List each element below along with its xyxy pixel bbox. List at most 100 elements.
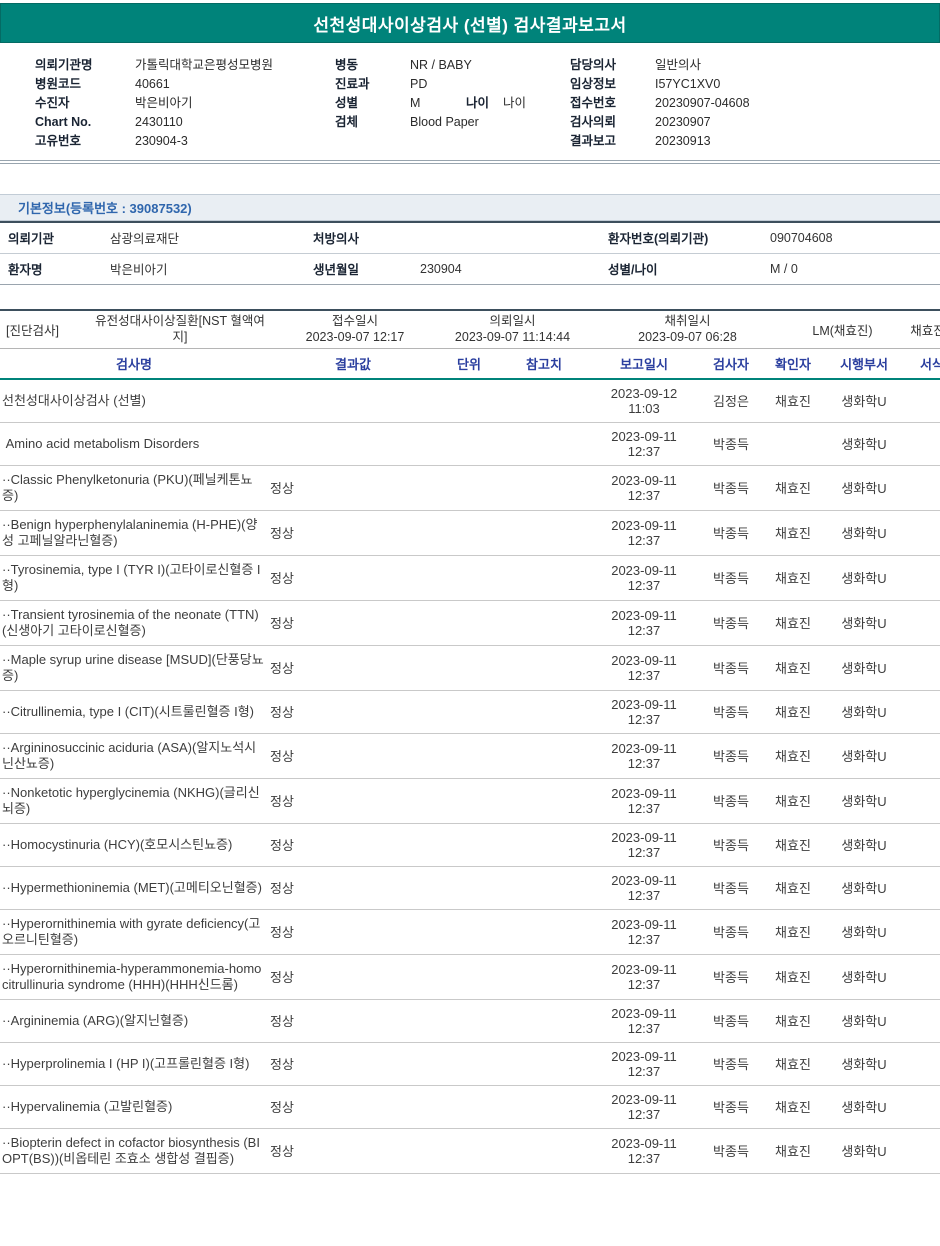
tester: 박종득 — [700, 909, 762, 955]
tester: 박종득 — [700, 690, 762, 734]
report-datetime: 2023-09-11 12:37 — [588, 1085, 700, 1129]
result-value: 정상 — [268, 600, 438, 646]
report-time: 12:37 — [627, 976, 661, 992]
confirmer: 채효진 — [762, 733, 824, 779]
form — [904, 866, 940, 910]
field-value: 20230913 — [655, 134, 711, 148]
unit — [438, 823, 500, 867]
patient-header-middle: 병동 NR / BABY 진료과 PD 성별 M 나이 나이 검체 Blood … — [335, 56, 570, 151]
result-value: 정상 — [268, 465, 438, 511]
unit — [438, 999, 500, 1043]
form — [904, 378, 940, 423]
department: 생화학U — [824, 733, 904, 779]
field-value: 박은비아기 — [110, 263, 168, 277]
col-header-result: 결과값 — [268, 348, 438, 380]
report-datetime: 2023-09-11 12:37 — [588, 690, 700, 734]
report-time: 12:37 — [627, 622, 661, 638]
reference-range — [500, 422, 588, 466]
field-value: PD — [410, 77, 428, 91]
report-time: 12:37 — [627, 711, 661, 727]
confirmer: 채효진 — [762, 1128, 824, 1174]
form — [904, 600, 940, 646]
result-value: 정상 — [268, 645, 438, 691]
department: 생화학U — [824, 465, 904, 511]
tester: 김정은 — [700, 378, 762, 423]
tester: 박종득 — [700, 1085, 762, 1129]
basic-info-row: 의뢰기관 삼광의료재단 처방의사 환자번호(의뢰기관) 090704608 — [0, 222, 940, 254]
test-name: ··Hyperornithinemia with gyrate deficien… — [0, 909, 268, 955]
report-time: 12:37 — [627, 887, 661, 903]
result-value: 정상 — [268, 510, 438, 556]
result-value: 정상 — [268, 866, 438, 910]
report-date: 2023-09-11 — [611, 961, 677, 977]
form — [904, 778, 940, 824]
reference-range — [500, 378, 588, 423]
report-time: 11:03 — [628, 400, 660, 416]
result-row: Amino acid metabolism Disorders 2023-09-… — [0, 422, 940, 466]
basic-info-table: 의뢰기관 삼광의료재단 처방의사 환자번호(의뢰기관) 090704608 환자… — [0, 221, 940, 285]
tester: 박종득 — [700, 866, 762, 910]
test-group-name: 유전성대사이상질환[NST 혈액여지] — [95, 314, 265, 344]
department: 생화학U — [824, 954, 904, 1000]
field-value: M / 0 — [770, 261, 798, 276]
department: 생화학U — [824, 422, 904, 466]
confirmer: 채효진 — [762, 690, 824, 734]
report-date: 2023-09-11 — [611, 472, 677, 488]
department: 생화학U — [824, 866, 904, 910]
unit — [438, 954, 500, 1000]
receipt-datetime: 접수일시 2023-09-07 12:17 — [270, 313, 440, 345]
collection-value: 2023-09-07 06:28 — [638, 330, 737, 344]
department: 생화학U — [824, 778, 904, 824]
form — [904, 733, 940, 779]
result-value: 정상 — [268, 999, 438, 1043]
report-date: 2023-09-11 — [611, 1135, 677, 1151]
tester: 박종득 — [700, 954, 762, 1000]
reference-range — [500, 600, 588, 646]
unit — [438, 778, 500, 824]
field-label: 병원코드 — [35, 77, 82, 91]
report-time: 12:37 — [627, 532, 661, 548]
report-time: 12:37 — [627, 755, 661, 771]
field-value-2: 나이 — [503, 96, 527, 110]
result-row: ··Argininemia (ARG)(알지닌혈증) 정상 2023-09-11… — [0, 999, 940, 1043]
test-name: ··Nonketotic hyperglycinemia (NKHG)(글리신뇌… — [0, 778, 268, 824]
tester: 박종득 — [700, 999, 762, 1043]
form — [904, 954, 940, 1000]
field-label: 환자명 — [8, 263, 43, 277]
tester: 박종득 — [700, 510, 762, 556]
result-row: ··Hypermethioninemia (MET)(고메티오닌혈증) 정상 2… — [0, 866, 940, 910]
unit — [438, 555, 500, 601]
field-value: 가톨릭대학교은평성모병원 — [135, 58, 274, 72]
result-value: 정상 — [268, 954, 438, 1000]
reference-range — [500, 823, 588, 867]
report-datetime: 2023-09-11 12:37 — [588, 465, 700, 511]
department: 생화학U — [824, 645, 904, 691]
basic-info-section-bar: 기본정보(등록번호 : 39087532) — [0, 194, 940, 221]
field-label: 검체 — [335, 115, 359, 129]
result-row: ··Biopterin defect in cofactor biosynthe… — [0, 1128, 940, 1174]
field-value: 230904-3 — [135, 134, 188, 148]
confirmer: 채효진 — [762, 555, 824, 601]
field-label: 결과보고 — [570, 134, 617, 148]
department: 생화학U — [824, 909, 904, 955]
test-name: ··Benign hyperphenylalaninemia (H-PHE)(양… — [0, 510, 268, 556]
tester: 박종득 — [700, 778, 762, 824]
test-name: ··Argininemia (ARG)(알지닌혈증) — [0, 999, 268, 1043]
form — [904, 555, 940, 601]
report-date: 2023-09-11 — [611, 740, 677, 756]
collector: LM(채효진) — [812, 323, 873, 338]
department: 생화학U — [824, 600, 904, 646]
report-datetime: 2023-09-11 12:37 — [588, 778, 700, 824]
field-value: M — [410, 96, 421, 110]
col-header-report-datetime: 보고일시 — [588, 348, 700, 380]
report-time: 12:37 — [627, 844, 661, 860]
confirmer: 채효진 — [762, 999, 824, 1043]
result-row: ··Maple syrup urine disease [MSUD](단풍당뇨증… — [0, 645, 940, 691]
tester: 박종득 — [700, 422, 762, 466]
department: 생화학U — [824, 510, 904, 556]
report-datetime: 2023-09-11 12:37 — [588, 1128, 700, 1174]
result-row: ··Benign hyperphenylalaninemia (H-PHE)(양… — [0, 510, 940, 556]
col-header-confirmer: 확인자 — [762, 348, 824, 380]
test-name: Amino acid metabolism Disorders — [0, 422, 268, 466]
col-header-test-name: 검사명 — [0, 348, 268, 380]
